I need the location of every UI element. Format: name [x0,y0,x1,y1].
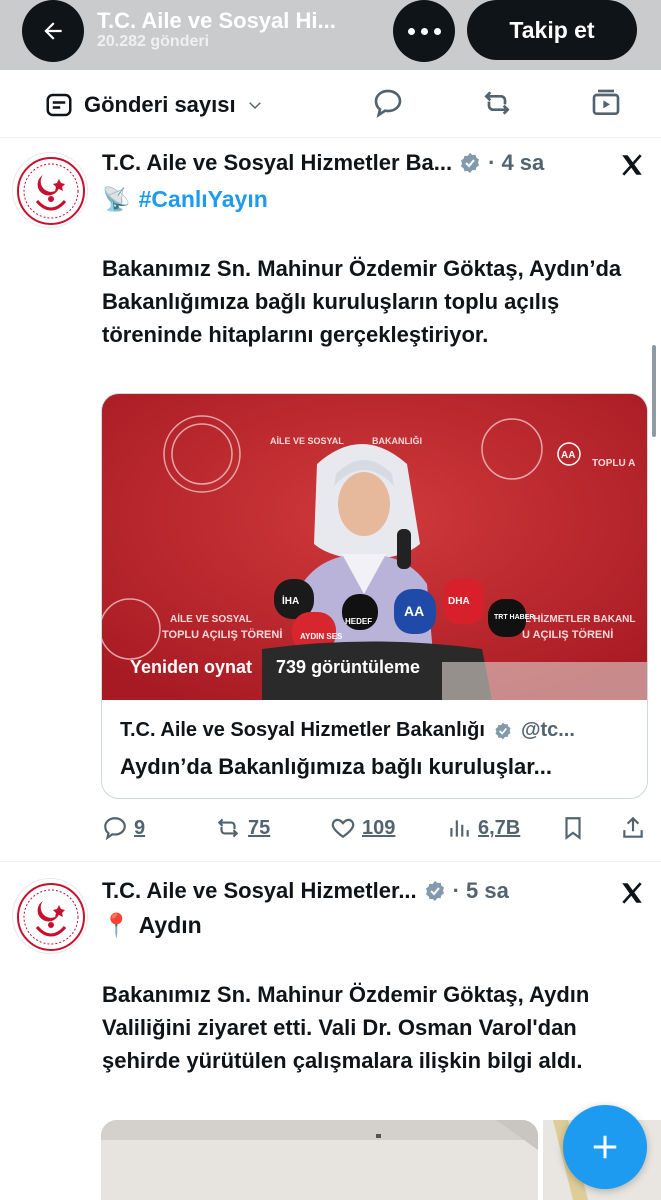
author-name[interactable]: T.C. Aile ve Sosyal Hizmetler Ba... [102,150,452,176]
verified-badge-icon [425,881,444,901]
avatar[interactable] [12,152,88,228]
satellite-icon: 📡 [102,186,131,212]
author-name[interactable]: T.C. Aile ve Sosyal Hizmetler... [102,878,417,904]
quote-card[interactable]: AİLE VE SOSYAL BAKANLIĞI TOPLU A AİLE VE… [101,393,648,799]
views-label: 739 görüntüleme [276,657,421,677]
repost-button[interactable]: 75 [214,815,270,841]
mic-label: AA [404,603,424,619]
quote-author: T.C. Aile ve Sosyal Hizmetler Bakanlığı [120,719,485,741]
x-logo-icon [622,154,642,176]
ministry-logo-icon [17,157,85,225]
mic-label: HEDEF [345,617,372,626]
views-button[interactable]: 6,7B [446,815,520,841]
verified-badge-icon [495,722,511,739]
backdrop-text: TOPLU A [592,458,635,469]
mic-label: DHA [448,596,470,607]
like-button[interactable]: 109 [330,815,395,841]
tweet-text: Bakanımız Sn. Mahinur Özdemir Göktaş, Ay… [102,982,590,1073]
tweet-text: Bakanımız Sn. Mahinur Özdemir Göktaş, Ay… [102,256,622,347]
verified-badge-icon [461,153,480,173]
x-logo-icon [622,882,642,904]
mic-label: AYDIN SES [300,632,343,641]
reply-button[interactable]: 9 [102,815,145,841]
replay-label[interactable]: Yeniden oynat [130,657,252,678]
tweet-time[interactable]: 5 sa [466,878,509,904]
pin-icon: 📍 [102,912,131,938]
mic-label: İHA [282,594,299,607]
avatar[interactable] [12,878,88,954]
tweet-divider [0,861,661,862]
mic-label: TRT HABER [494,614,534,621]
quote-text: Aydın’da Bakanlığımıza bağlı kuruluşlar.… [120,754,552,779]
hashtag-link[interactable]: #CanlıYayın [139,186,268,213]
ministry-logo-icon [17,883,85,951]
video-caption: Yeniden oynat 739 görüntüleme [130,657,420,678]
tweet-actions: 9 75 109 6,7B [102,815,647,845]
video-player[interactable]: AİLE VE SOSYAL BAKANLIĞI TOPLU A AİLE VE… [102,394,647,700]
video-frame: AİLE VE SOSYAL BAKANLIĞI TOPLU A AİLE VE… [102,394,647,700]
quote-handle: @tc... [520,719,575,741]
share-icon[interactable] [620,815,646,841]
tweet-header: T.C. Aile ve Sosyal Hizmetler... · 5 sa [102,878,509,904]
heart-icon [331,818,355,838]
backdrop-text: AİLE VE SOSYAL [170,612,252,625]
tweet-location-line: 📍 Aydın [102,912,202,939]
tweet-time[interactable]: 4 sa [501,150,544,176]
bookmark-icon[interactable] [560,815,586,841]
tweet[interactable]: T.C. Aile ve Sosyal Hizmetler Ba... · 4 … [0,0,661,860]
like-count: 109 [362,816,396,839]
reply-icon [104,817,126,841]
svg-text:AA: AA [561,450,575,461]
compose-button[interactable] [563,1105,647,1189]
tweet-hashtag-line: 📡 #CanlıYayın [102,186,268,213]
view-count: 6,7B [478,816,521,839]
scrollbar[interactable] [652,345,656,437]
plus-icon [593,1135,617,1159]
reply-count: 9 [134,816,146,839]
backdrop-text: TOPLU AÇILIŞ TÖRENİ [162,628,282,641]
backdrop-text: BAKANLIĞI [372,435,422,446]
location-text: Aydın [138,912,202,938]
tweet-image[interactable] [101,1120,538,1200]
backdrop-text: U AÇILIŞ TÖRENİ [522,628,613,641]
analytics-icon [450,820,469,837]
repost-count: 75 [248,816,271,839]
tweet-header: T.C. Aile ve Sosyal Hizmetler Ba... · 4 … [102,150,545,176]
backdrop-text: AİLE VE SOSYAL [270,436,344,446]
repost-icon [217,818,239,838]
room-photo [101,1120,538,1200]
quote-header: T.C. Aile ve Sosyal Hizmetler Bakanlığı … [120,719,575,742]
